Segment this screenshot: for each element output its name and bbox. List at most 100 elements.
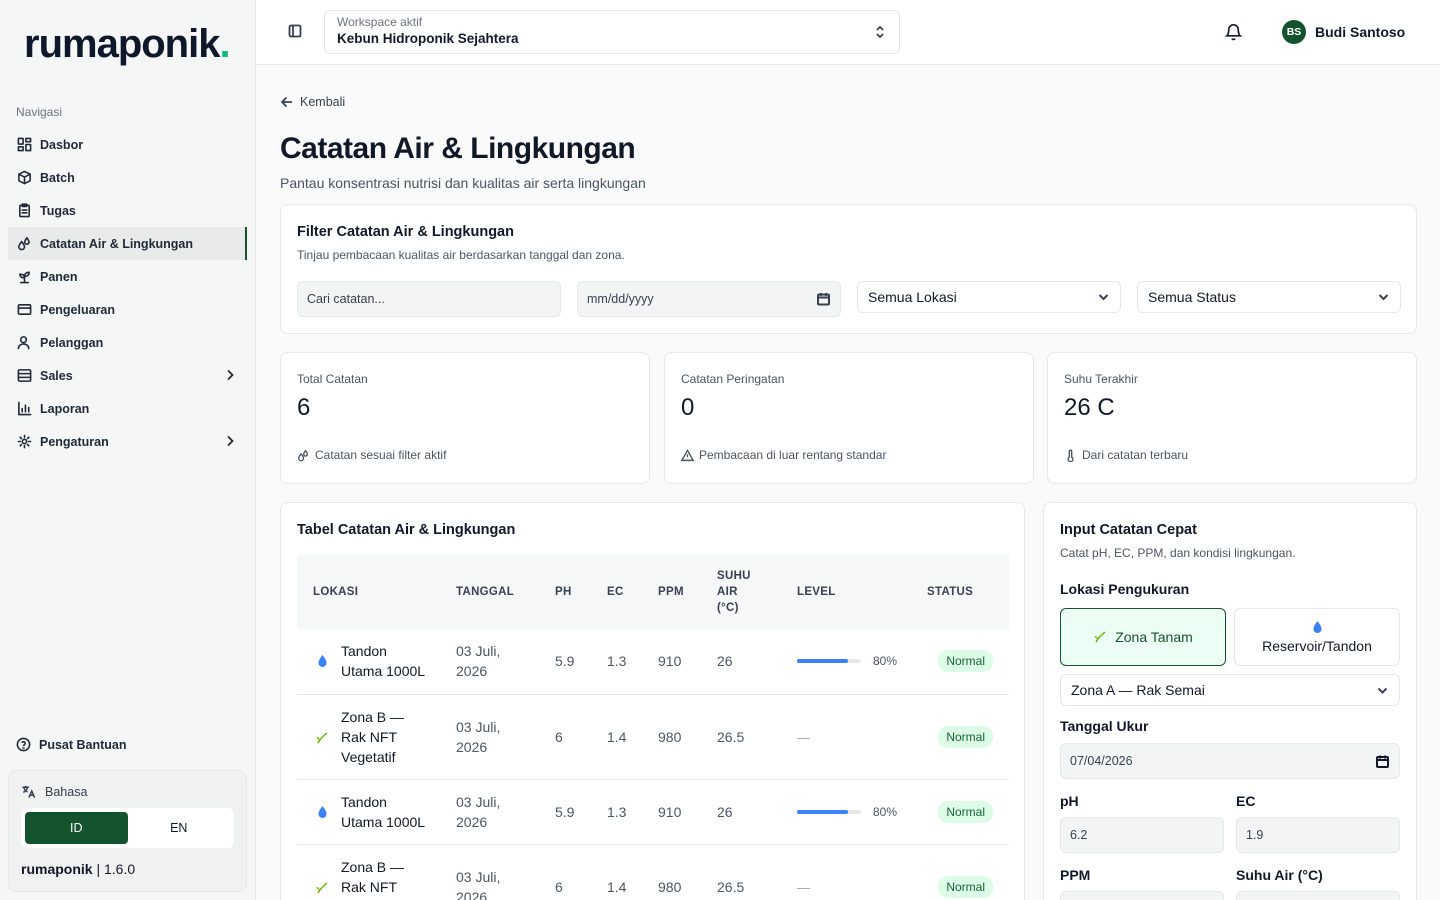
notification-button[interactable] xyxy=(1224,22,1244,42)
avatar: BS xyxy=(1282,20,1306,44)
water-temp-label: Suhu Air (°C) xyxy=(1236,867,1323,883)
page-title: Catatan Air & Lingkungan xyxy=(280,132,636,165)
sidebar-toggle-button[interactable] xyxy=(288,24,304,40)
app-logo[interactable]: rumaponik. xyxy=(24,22,231,67)
stat-card-total: Total Catatan 6 Catatan sesuai filter ak… xyxy=(280,352,650,484)
status-filter-value: Semua Status xyxy=(1148,289,1236,305)
cell-ph: 5.9 xyxy=(547,629,599,695)
chevron-down-icon xyxy=(1097,291,1110,304)
table-title: Tabel Catatan Air & Lingkungan xyxy=(297,522,516,538)
col-ppm[interactable]: PPM xyxy=(650,555,709,629)
location-name: Tandon Utama 1000L xyxy=(341,643,426,680)
cell-ec: 1.4 xyxy=(599,694,650,780)
sidebar-item-pelanggan[interactable]: Pelanggan xyxy=(8,326,247,359)
language-panel: Bahasa ID EN rumaponik | 1.6.0 xyxy=(8,770,247,892)
ph-input[interactable]: 6.2 xyxy=(1060,817,1224,853)
level-percent: 80% xyxy=(873,654,898,669)
gear-icon xyxy=(16,434,32,450)
reservoir-type-button[interactable]: Reservoir/Tandon xyxy=(1234,608,1400,666)
cell-ec: 1.4 xyxy=(599,844,650,900)
user-menu[interactable]: BS Budi Santoso xyxy=(1282,20,1405,44)
sidebar-item-label: Batch xyxy=(40,170,75,185)
app-version: rumaponik | 1.6.0 xyxy=(21,861,136,877)
status-badge: Normal xyxy=(938,725,993,748)
cell-ppm: 980 xyxy=(650,844,709,900)
sidebar-item-panen[interactable]: Panen xyxy=(8,260,247,293)
language-option-en[interactable]: EN xyxy=(128,812,231,844)
cell-level: 80% xyxy=(789,629,919,695)
clipboard-icon xyxy=(16,203,32,219)
cell-suhu: 26 xyxy=(709,779,789,845)
cell-lokasi: Tandon Utama 1000L xyxy=(297,779,448,845)
stat-footnote-text: Catatan sesuai filter aktif xyxy=(315,448,447,462)
ec-input[interactable]: 1.9 xyxy=(1236,817,1400,853)
cell-lokasi: Zona B —Rak NFTVegetatif xyxy=(297,844,448,900)
ppm-label: PPM xyxy=(1060,867,1091,883)
box-icon xyxy=(16,170,32,186)
zone-select[interactable]: Zona A — Rak Semai xyxy=(1060,674,1400,706)
stat-footnote-text: Dari catatan terbaru xyxy=(1082,448,1189,462)
workspace-label: Workspace aktif xyxy=(337,15,423,29)
language-title: Bahasa xyxy=(21,784,87,799)
col-status[interactable]: STATUS xyxy=(919,555,1009,629)
stat-footnote: Catatan sesuai filter aktif xyxy=(297,448,446,462)
reservoir-type-label: Reservoir/Tandon xyxy=(1262,638,1372,654)
sidebar-item-label: Panen xyxy=(40,269,78,284)
back-link[interactable]: Kembali xyxy=(280,95,345,109)
sidebar-item-laporan[interactable]: Laporan xyxy=(8,392,247,425)
table-row[interactable]: Zona B —Rak NFTVegetatif 03 Juli,202661.4… xyxy=(297,694,1009,780)
droplets-icon xyxy=(297,448,309,461)
help-center-link[interactable]: Pusat Bantuan xyxy=(16,737,127,752)
status-filter-select[interactable]: Semua Status xyxy=(1137,281,1401,313)
chevron-right-icon[interactable] xyxy=(223,368,237,382)
help-label: Pusat Bantuan xyxy=(39,737,127,752)
status-badge: Normal xyxy=(938,650,993,673)
users-icon xyxy=(16,335,32,351)
col-lokasi[interactable]: LOKASI xyxy=(297,555,448,629)
table-row[interactable]: Tandon Utama 1000L 03 Juli, 2026 5.9 1.3 910 26… xyxy=(297,779,1009,845)
col-level[interactable]: LEVEL xyxy=(789,555,919,629)
table-header-row: LOKASI TANGGAL PH EC PPM SUHU AIR (°C) LEV… xyxy=(297,555,1009,629)
water-temp-input[interactable] xyxy=(1236,891,1400,900)
calendar-icon[interactable] xyxy=(1376,755,1389,768)
col-suhu[interactable]: SUHU AIR (°C) xyxy=(709,555,789,629)
stat-value: 0 xyxy=(681,394,695,421)
status-badge: Normal xyxy=(938,800,993,823)
sidebar-item-dasbor[interactable]: Dasbor xyxy=(8,128,247,161)
search-input[interactable]: Cari catatan... xyxy=(297,281,561,317)
sidebar-item-catatan-air[interactable]: Catatan Air & Lingkungan xyxy=(8,227,247,260)
col-ph[interactable]: PH xyxy=(547,555,599,629)
location-label: Lokasi Pengukuran xyxy=(1060,581,1190,597)
chevron-right-icon[interactable] xyxy=(223,434,237,448)
zone-select-value: Zona A — Rak Semai xyxy=(1071,682,1205,698)
stat-footnote: Dari catatan terbaru xyxy=(1064,448,1188,462)
cell-ph: 5.9 xyxy=(547,779,599,845)
table-row[interactable]: Tandon Utama 1000L 03 Juli, 2026 5.9 1.3 910 26… xyxy=(297,629,1009,695)
sidebar-item-batch[interactable]: Batch xyxy=(8,161,247,194)
sidebar-item-sales[interactable]: Sales xyxy=(8,359,247,392)
sidebar-item-pengeluaran[interactable]: Pengeluaran xyxy=(8,293,247,326)
workspace-selector[interactable]: Workspace aktif Kebun Hidroponik Sejahte… xyxy=(324,10,900,54)
level-bar xyxy=(797,809,861,814)
wallet-icon xyxy=(16,302,32,318)
language-option-id[interactable]: ID xyxy=(25,812,128,844)
col-tanggal[interactable]: TANGGAL xyxy=(448,555,547,629)
sidebar-item-pengaturan[interactable]: Pengaturan xyxy=(8,425,247,458)
water-drop-icon xyxy=(1312,620,1322,634)
sidebar-item-label: Pelanggan xyxy=(40,335,104,350)
bell-icon xyxy=(1224,24,1243,41)
col-ec[interactable]: EC xyxy=(599,555,650,629)
table-row[interactable]: Zona B —Rak NFTVegetatif 03 Juli,202661.4… xyxy=(297,844,1009,900)
calendar-icon[interactable] xyxy=(817,293,830,306)
cell-lokasi: Zona B —Rak NFTVegetatif xyxy=(297,694,448,780)
date-filter-input[interactable]: mm/dd/yyyy xyxy=(577,281,841,317)
location-filter-select[interactable]: Semua Lokasi xyxy=(857,281,1121,313)
stat-footnote: Pembacaan di luar rentang standar xyxy=(681,448,886,462)
water-drop-icon xyxy=(313,805,331,819)
sidebar-item-tugas[interactable]: Tugas xyxy=(8,194,247,227)
location-name: Tandon Utama 1000L xyxy=(341,793,426,830)
ppm-input[interactable] xyxy=(1060,891,1224,900)
zone-type-button[interactable]: Zona Tanam xyxy=(1060,608,1226,666)
top-header: Workspace aktif Kebun Hidroponik Sejahte… xyxy=(256,0,1440,65)
measure-date-input[interactable]: 07/04/2026 xyxy=(1060,743,1400,779)
